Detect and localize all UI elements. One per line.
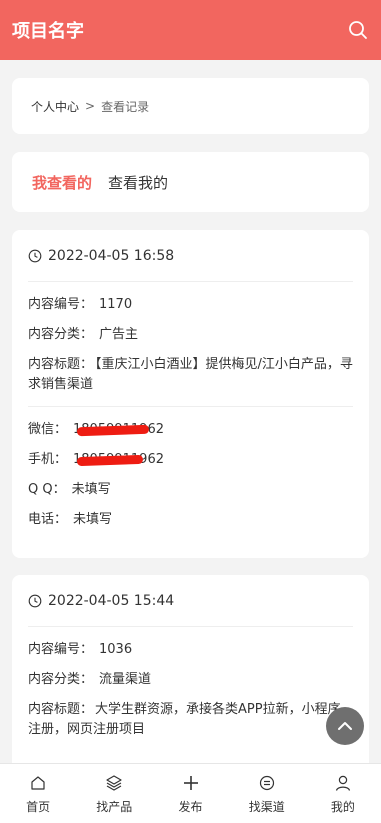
record-time: 2022-04-05 15:44 [28, 575, 353, 627]
record-content-info: 内容编号： 1170 内容分类： 广告主 内容标题： 【重庆江小白酒业】提供梅见/江小… [28, 282, 353, 407]
record-time-text: 2022-04-05 15:44 [48, 592, 175, 609]
tab-viewed-me[interactable]: 查看我的 [108, 172, 168, 193]
search-icon[interactable] [347, 19, 369, 41]
tab-viewed-by-me[interactable]: 我查看的 [32, 172, 92, 193]
category-value: 广告主 [99, 327, 139, 342]
app-header: 项目名字 [0, 0, 381, 60]
app-title: 项目名字 [12, 21, 84, 42]
title-label: 内容标题： [28, 702, 94, 717]
channel-icon [258, 772, 276, 794]
wechat-value: 18059911962 [73, 420, 164, 440]
category-label: 内容分类： [28, 327, 94, 342]
category-value: 流量渠道 [99, 672, 152, 687]
home-icon [29, 772, 47, 794]
view-tabs: 我查看的 查看我的 [12, 152, 369, 212]
tabbar-label: 找产品 [96, 800, 133, 814]
record-content-info: 内容编号： 1036 内容分类： 流量渠道 内容标题： 大学生群资源，承接各类APP拉… [28, 627, 353, 751]
tabbar-item-channels[interactable]: 找渠道 [229, 764, 305, 823]
content-id-label: 内容编号： [28, 297, 94, 312]
clock-icon [28, 249, 42, 262]
tabbar-label: 我的 [330, 800, 355, 814]
user-icon [334, 772, 352, 794]
tabbar-item-home[interactable]: 首页 [0, 764, 76, 823]
title-label: 内容标题： [28, 357, 94, 372]
tel-value: 未填写 [73, 512, 113, 527]
tabbar-label: 找渠道 [248, 800, 285, 814]
phone-value: 18059911962 [73, 450, 164, 470]
tabbar-item-products[interactable]: 找产品 [76, 764, 152, 823]
breadcrumb: 个人中心 > 查看记录 [12, 78, 369, 134]
tabbar-label: 发布 [178, 800, 203, 814]
qq-label: Q Q： [28, 482, 66, 497]
qq-value: 未填写 [71, 482, 111, 497]
record-time-text: 2022-04-05 16:58 [48, 247, 175, 264]
tabbar-item-publish[interactable]: 发布 [152, 764, 228, 823]
phone-label: 手机： [28, 452, 68, 467]
wechat-label: 微信： [28, 422, 68, 437]
content-id-value: 1036 [99, 642, 133, 657]
chevron-up-icon [338, 722, 352, 730]
plus-icon [182, 772, 200, 794]
breadcrumb-current: 查看记录 [101, 99, 150, 114]
breadcrumb-separator: > [85, 99, 96, 113]
clock-icon [28, 594, 42, 607]
record-time: 2022-04-05 16:58 [28, 230, 353, 282]
tabbar-label: 首页 [26, 800, 51, 814]
back-to-top-button[interactable] [326, 707, 364, 745]
content-id-value: 1170 [99, 297, 133, 312]
record-card: 2022-04-05 15:44 内容编号： 1036 内容分类： 流量渠道 内容标… [12, 575, 369, 775]
record-card: 2022-04-05 16:58 内容编号： 1170 内容分类： 广告主 内容标题… [12, 230, 369, 558]
bottom-tabbar: 首页 找产品 发布 找渠道 我的 [0, 763, 381, 823]
record-contact-info: 微信： 18059911962 手机： 18059911962 Q Q： 未填写 电话… [28, 407, 353, 541]
category-label: 内容分类： [28, 672, 94, 687]
content-id-label: 内容编号： [28, 642, 94, 657]
layers-icon [105, 772, 123, 794]
breadcrumb-home[interactable]: 个人中心 [31, 98, 79, 115]
tel-label: 电话： [28, 512, 68, 527]
tabbar-item-mine[interactable]: 我的 [305, 764, 381, 823]
